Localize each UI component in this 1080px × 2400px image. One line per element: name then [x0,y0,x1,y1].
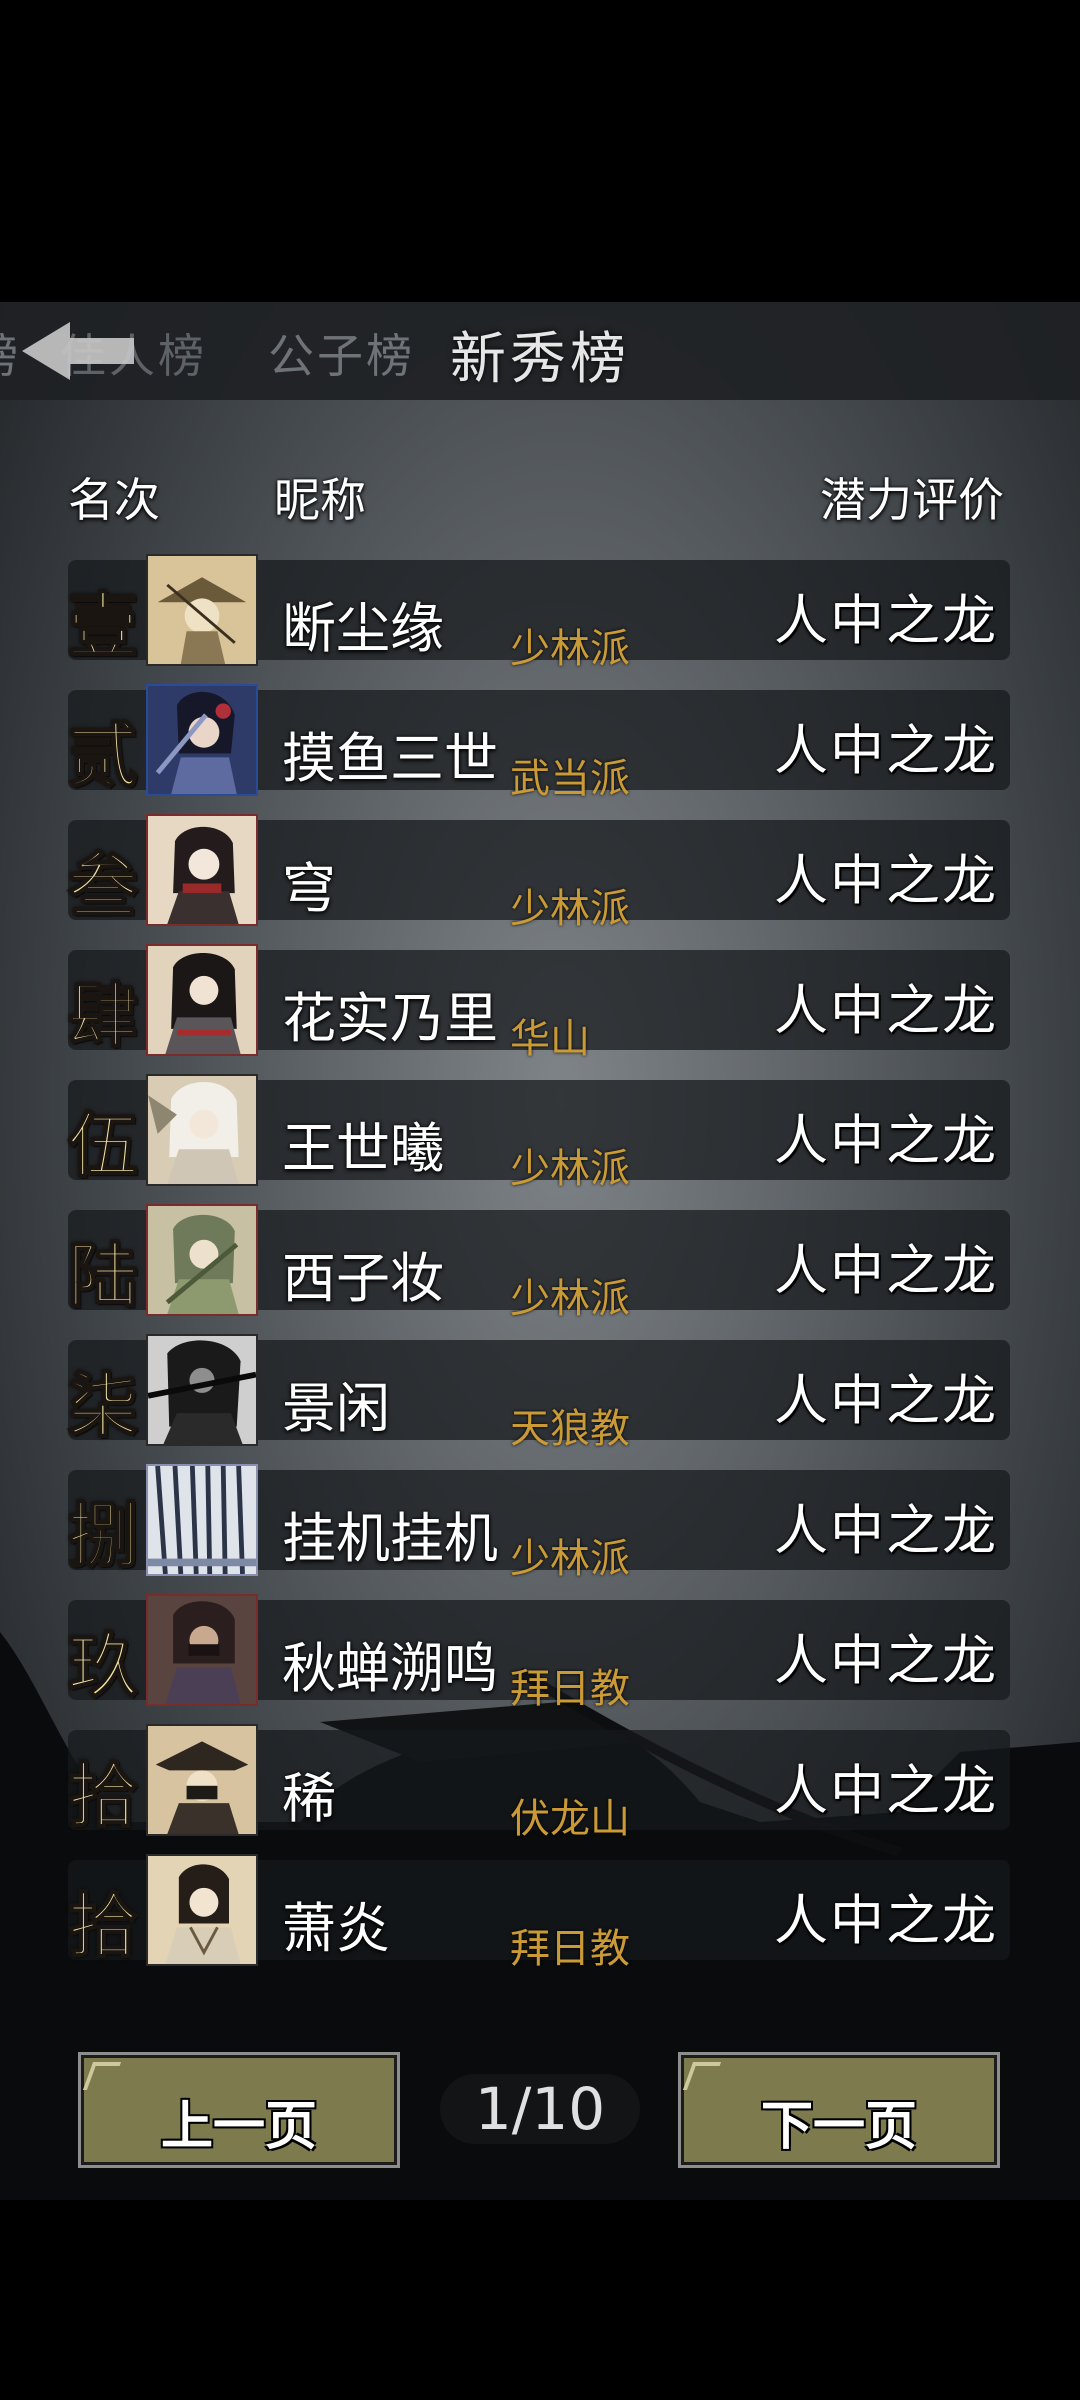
rank-numeral: 玖 [67,1623,139,1708]
rank-numeral: 贰 [67,713,139,798]
player-sect: 拜日教 [510,1666,630,1712]
player-sect: 少林派 [510,1146,630,1192]
player-sect: 少林派 [510,886,630,932]
tab-gentleman-ranking[interactable]: 公子榜 [268,320,415,386]
rank-numeral: 陆 [67,1233,139,1318]
ranking-row[interactable]: 陆 西子妆 少林派 人中之龙 [0,1204,1080,1334]
potential-rating: 人中之龙 [774,1629,998,1692]
player-sect: 拜日教 [510,1926,630,1972]
ranking-row[interactable]: 壹 断尘缘 少林派 人中之龙 [0,554,1080,684]
column-header-rank: 名次 [68,473,160,527]
next-page-button[interactable]: 下一页 [678,2052,1000,2168]
potential-rating: 人中之龙 [774,1109,998,1172]
player-nickname: 摸鱼三世 [282,727,498,790]
rank-numeral: 肆 [67,973,139,1058]
masked-assassin-avatar-icon[interactable] [146,1594,258,1706]
rank-numeral: 拾 [67,1883,139,1968]
potential-rating: 人中之龙 [774,1759,998,1822]
rank-numeral: 柒 [67,1363,139,1448]
column-header-nickname: 昵称 [274,473,366,527]
ranking-row[interactable]: 拾 萧炎 拜日教 人中之龙 [0,1854,1080,1984]
ranking-row[interactable]: 肆 花实乃里 华山 人中之龙 [0,944,1080,1074]
straw-hat-swordsman-avatar-icon[interactable] [146,554,258,666]
player-nickname: 王世曦 [282,1117,444,1180]
player-nickname: 西子妆 [282,1247,444,1310]
player-sect: 武当派 [510,756,630,802]
ranking-row[interactable]: 柒 景闲 天狼教 人中之龙 [0,1334,1080,1464]
potential-rating: 人中之龙 [774,719,998,782]
player-nickname: 花实乃里 [282,987,498,1050]
player-nickname: 景闲 [282,1377,390,1440]
ranking-row[interactable]: 伍 王世曦 少林派 人中之龙 [0,1074,1080,1204]
ink-curtain-avatar-icon[interactable] [146,1464,258,1576]
player-nickname: 挂机挂机 [282,1507,498,1570]
potential-rating: 人中之龙 [774,1239,998,1302]
female-warrior-blue-avatar-icon[interactable] [146,684,258,796]
player-sect: 少林派 [510,1536,630,1582]
rank-numeral: 捌 [67,1493,139,1578]
rank-numeral: 伍 [67,1103,139,1188]
previous-page-label: 上一页 [160,2097,317,2157]
ranking-row[interactable]: 玖 秋蝉溯鸣 拜日教 人中之龙 [0,1594,1080,1724]
potential-rating: 人中之龙 [774,849,998,912]
rank-numeral: 叁 [67,843,139,928]
player-sect: 少林派 [510,1276,630,1322]
tab-rookie-ranking[interactable]: 新秀榜 [450,314,630,395]
potential-rating: 人中之龙 [774,1499,998,1562]
player-nickname: 断尘缘 [282,597,444,660]
potential-rating: 人中之龙 [774,979,998,1042]
player-nickname: 稀 [282,1767,336,1830]
next-page-label: 下一页 [760,2097,917,2157]
ink-swordsman-avatar-icon[interactable] [146,1334,258,1446]
player-sect: 少林派 [510,626,630,672]
column-header-potential: 潜力评价 [820,473,1004,527]
player-nickname: 秋蝉溯鸣 [282,1637,498,1700]
female-hairpin-avatar-icon[interactable] [146,814,258,926]
player-sect: 天狼教 [510,1406,630,1452]
ranking-row[interactable]: 叁 穹 少林派 人中之龙 [0,814,1080,944]
potential-rating: 人中之龙 [774,1369,998,1432]
potential-rating: 人中之龙 [774,589,998,652]
ranking-row[interactable]: 拾 稀 伏龙山 人中之龙 [0,1724,1080,1854]
player-sect: 华山 [510,1016,590,1062]
rank-numeral: 壹 [67,583,139,668]
player-nickname: 萧炎 [282,1897,390,1960]
previous-page-button[interactable]: 上一页 [78,2052,400,2168]
player-nickname: 穹 [282,857,336,920]
ranking-row[interactable]: 贰 摸鱼三世 武当派 人中之龙 [0,684,1080,814]
scholar-male-avatar-icon[interactable] [146,1854,258,1966]
page-indicator: 1/10 [440,2074,640,2144]
player-sect: 伏龙山 [510,1796,630,1842]
ranking-row[interactable]: 捌 挂机挂机 少林派 人中之龙 [0,1464,1080,1594]
rank-numeral: 拾 [67,1753,139,1838]
white-hair-female-avatar-icon[interactable] [146,1074,258,1186]
ranking-tab-bar: 榜 佳人榜 公子榜 新秀榜 [0,302,1080,400]
female-armored-avatar-icon[interactable] [146,944,258,1056]
green-robe-female-avatar-icon[interactable] [146,1204,258,1316]
hat-masked-avatar-icon[interactable] [146,1724,258,1836]
back-arrow-icon[interactable] [18,316,138,386]
leaderboard-screen: 榜 佳人榜 公子榜 新秀榜 名次 昵称 潜力评价 壹 断尘缘 少林派 人中之龙 … [0,302,1080,2200]
potential-rating: 人中之龙 [774,1889,998,1952]
